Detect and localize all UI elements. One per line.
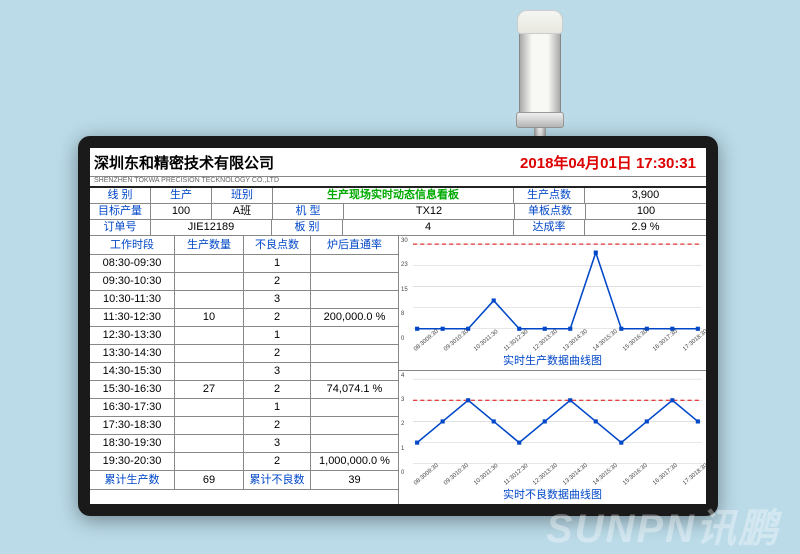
shift-label: 班别: [212, 188, 273, 203]
shift-name: A班: [212, 204, 273, 219]
production-chart: 30231580 08:3009:3009:3010:3010:3011:301…: [399, 236, 706, 371]
table-row: 10:30-11:303: [90, 291, 398, 309]
table-row: 16:30-17:301: [90, 399, 398, 417]
single-label: 单板点数: [515, 204, 586, 219]
order-label: 订单号: [90, 220, 151, 235]
table-row: 12:30-13:301: [90, 327, 398, 345]
totals-def-value: 39: [311, 471, 398, 489]
info-row-1: 线 别 生产 班别 生产现场实时动态信息看板 生产点数 3,900: [90, 188, 706, 204]
table-row: 14:30-15:303: [90, 363, 398, 381]
monitor-frame: 深圳东和精密技术有限公司 2018年04月01日 17:30:31 SHENZH…: [78, 136, 718, 516]
defect-chart: 43210 08:3009:3009:3010:3010:3011:3011:3…: [399, 371, 706, 505]
points-value: 3,900: [585, 188, 706, 203]
prod-label: 生产: [151, 188, 212, 203]
chart2-title: 实时不良数据曲线图: [399, 486, 706, 502]
model-value: TX12: [344, 204, 515, 219]
table-row: 08:30-09:301: [90, 255, 398, 273]
target-value: 100: [151, 204, 212, 219]
points-label: 生产点数: [514, 188, 585, 203]
totals-def-label: 累计不良数: [244, 471, 311, 489]
totals-qty-value: 69: [175, 471, 244, 489]
info-row-2: 目标产量 100 A班 机 型 TX12 单板点数 100: [90, 204, 706, 220]
col-timeslot: 工作时段: [90, 236, 175, 254]
rate-value: 2.9 %: [585, 220, 706, 235]
dashboard-screen: 深圳东和精密技术有限公司 2018年04月01日 17:30:31 SHENZH…: [90, 148, 706, 504]
totals-qty-label: 累计生产数: [90, 471, 175, 489]
col-qty: 生产数量: [175, 236, 244, 254]
single-value: 100: [586, 204, 706, 219]
target-label: 目标产量: [90, 204, 151, 219]
model-label: 机 型: [273, 204, 344, 219]
header-bar: 深圳东和精密技术有限公司 2018年04月01日 17:30:31: [90, 148, 706, 177]
table-footer: 累计生产数 69 累计不良数 39: [90, 471, 398, 490]
table-row: 09:30-10:302: [90, 273, 398, 291]
col-defect: 不良点数: [244, 236, 311, 254]
datetime-display: 2018年04月01日 17:30:31: [520, 152, 706, 173]
rate-label: 达成率: [514, 220, 585, 235]
col-passrate: 炉后直通率: [311, 236, 398, 254]
table-row: 19:30-20:3021,000,000.0 %: [90, 453, 398, 471]
table-row: 15:30-16:3027274,074.1 %: [90, 381, 398, 399]
company-name-en: SHENZHEN TOKWA PRECISION TECKNOLOGY CO.,…: [90, 177, 706, 188]
table-row: 11:30-12:30102200,000.0 %: [90, 309, 398, 327]
order-value: JIE12189: [151, 220, 272, 235]
board-title: 生产现场实时动态信息看板: [273, 188, 514, 203]
info-row-3: 订单号 JIE12189 板 别 4 达成率 2.9 %: [90, 220, 706, 236]
table-row: 17:30-18:302: [90, 417, 398, 435]
board-value: 4: [343, 220, 514, 235]
line-label: 线 别: [90, 188, 151, 203]
table-row: 13:30-14:302: [90, 345, 398, 363]
board-label: 板 别: [272, 220, 343, 235]
production-table: 工作时段 生产数量 不良点数 炉后直通率 08:30-09:30109:30-1…: [90, 236, 399, 504]
company-name-cn: 深圳东和精密技术有限公司: [90, 152, 274, 173]
table-row: 18:30-19:303: [90, 435, 398, 453]
chart1-title: 实时生产数据曲线图: [399, 352, 706, 368]
